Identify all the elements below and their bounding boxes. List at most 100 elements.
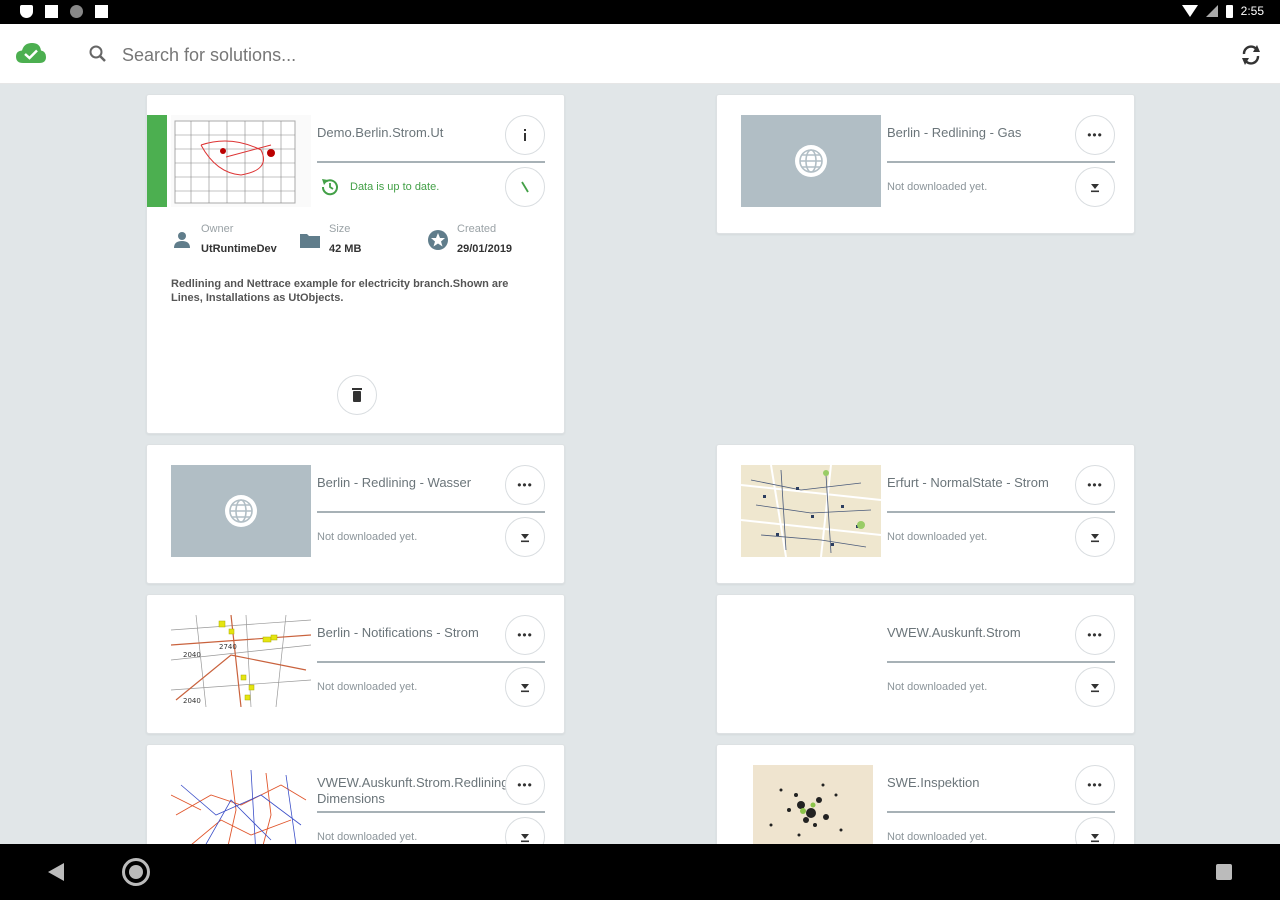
divider: [887, 811, 1115, 813]
download-icon: [1091, 684, 1099, 693]
download-button[interactable]: [1075, 517, 1115, 557]
sync-status: Data is up to date.: [350, 181, 440, 193]
placeholder-thumbnail: [171, 465, 311, 557]
divider: [887, 661, 1115, 663]
downloaded-indicator: [147, 115, 167, 207]
created-value: 29/01/2019: [457, 243, 513, 255]
sync-icon[interactable]: [1238, 42, 1264, 68]
solutions-list: Demo.Berlin.Strom.Ut Data is up to date.: [0, 84, 1280, 844]
solution-card[interactable]: Berlin - Redlining - Gas Not downloaded …: [716, 94, 1135, 234]
more-button[interactable]: •••: [1075, 615, 1115, 655]
download-status: Not downloaded yet.: [887, 531, 988, 543]
search-icon: [89, 45, 106, 62]
solution-card[interactable]: Berlin - Redlining - Wasser Not download…: [146, 444, 565, 584]
divider: [317, 511, 545, 513]
sync-history-icon: [321, 179, 338, 196]
info-button[interactable]: [505, 115, 545, 155]
download-status: Not downloaded yet.: [887, 831, 988, 843]
back-icon[interactable]: [48, 863, 64, 881]
placeholder-thumbnail: [741, 115, 881, 207]
more-button[interactable]: •••: [505, 615, 545, 655]
solution-card-expanded[interactable]: Demo.Berlin.Strom.Ut Data is up to date.: [146, 94, 565, 434]
solution-card[interactable]: 2040 2740 2040 Berlin - Notifications - …: [146, 594, 565, 734]
wifi-icon: [1181, 5, 1198, 17]
download-button[interactable]: [1075, 817, 1115, 844]
system-icons: 2:55: [1181, 4, 1264, 18]
sync-button[interactable]: [505, 167, 545, 207]
info-icon: [524, 129, 526, 141]
more-icon: •••: [1087, 628, 1103, 642]
cloud-check-icon[interactable]: [15, 42, 47, 64]
solution-title: VWEW.Auskunft.Strom.Redlining Dimensions: [317, 775, 509, 806]
download-button[interactable]: [505, 517, 545, 557]
download-button[interactable]: [505, 667, 545, 707]
signal-icon: [1205, 5, 1218, 17]
more-icon: •••: [517, 778, 533, 792]
search-input[interactable]: [122, 40, 1202, 70]
star-icon: [428, 230, 448, 250]
download-status: Not downloaded yet.: [317, 681, 418, 693]
solution-title: VWEW.Auskunft.Strom: [887, 625, 1021, 640]
solution-title: Berlin - Redlining - Gas: [887, 125, 1022, 140]
delete-button[interactable]: [337, 375, 377, 415]
solution-title: Berlin - Redlining - Wasser: [317, 475, 472, 490]
refresh-icon: [521, 181, 529, 193]
download-status: Not downloaded yet.: [887, 681, 988, 693]
divider: [317, 661, 545, 663]
svg-text:2740: 2740: [219, 643, 237, 651]
solution-description: Redlining and Nettrace example for elect…: [171, 278, 509, 304]
map-thumbnail: [741, 765, 881, 844]
clock: 2:55: [1240, 4, 1264, 18]
divider: [887, 161, 1115, 163]
notification-icon: [45, 5, 58, 18]
trash-icon: [352, 388, 362, 402]
globe-icon: [795, 145, 827, 177]
svg-text:2040: 2040: [183, 651, 201, 659]
more-button[interactable]: •••: [505, 465, 545, 505]
download-icon: [1091, 184, 1099, 193]
navigation-bar: [0, 844, 1280, 900]
status-bar: 2:55: [0, 0, 1280, 24]
download-icon: [521, 534, 529, 543]
divider: [317, 161, 545, 163]
solution-card[interactable]: VWEW.Auskunft.Strom.Redlining Dimensions…: [146, 744, 565, 844]
download-button[interactable]: [1075, 667, 1115, 707]
download-button[interactable]: [505, 817, 545, 844]
map-thumbnail: [741, 465, 881, 557]
more-button[interactable]: •••: [1075, 765, 1115, 805]
svg-text:2040: 2040: [183, 697, 201, 705]
download-icon: [521, 684, 529, 693]
solution-title: Berlin - Notifications - Strom: [317, 625, 479, 640]
more-button[interactable]: •••: [505, 765, 545, 805]
more-icon: •••: [517, 628, 533, 642]
shield-icon: [20, 5, 33, 18]
notification-icons: [20, 5, 108, 18]
solution-card[interactable]: Erfurt - NormalState - Strom Not downloa…: [716, 444, 1135, 584]
more-icon: •••: [1087, 778, 1103, 792]
home-icon[interactable]: [122, 858, 150, 886]
more-button[interactable]: •••: [1075, 465, 1115, 505]
folder-icon: [300, 234, 320, 248]
download-icon: [521, 834, 529, 843]
solution-card[interactable]: SWE.Inspektion Not downloaded yet. •••: [716, 744, 1135, 844]
more-button[interactable]: •••: [1075, 115, 1115, 155]
download-status: Not downloaded yet.: [317, 831, 418, 843]
size-label: Size: [329, 223, 351, 235]
size-value: 42 MB: [329, 243, 362, 255]
created-label: Created: [457, 223, 497, 235]
owner-label: Owner: [201, 223, 234, 235]
solution-title: Demo.Berlin.Strom.Ut: [317, 125, 444, 140]
sd-card-icon: [95, 5, 108, 18]
solution-title: SWE.Inspektion: [887, 775, 980, 790]
map-thumbnail: [171, 765, 311, 844]
more-icon: •••: [517, 478, 533, 492]
download-status: Not downloaded yet.: [887, 181, 988, 193]
map-thumbnail: 2040 2740 2040: [171, 615, 311, 707]
globe-icon: [225, 495, 257, 527]
top-bar: [0, 24, 1280, 84]
solution-card[interactable]: VWEW.Auskunft.Strom Not downloaded yet. …: [716, 594, 1135, 734]
download-icon: [1091, 534, 1099, 543]
download-button[interactable]: [1075, 167, 1115, 207]
map-thumbnail: [171, 115, 311, 207]
recent-apps-icon[interactable]: [1216, 864, 1232, 880]
